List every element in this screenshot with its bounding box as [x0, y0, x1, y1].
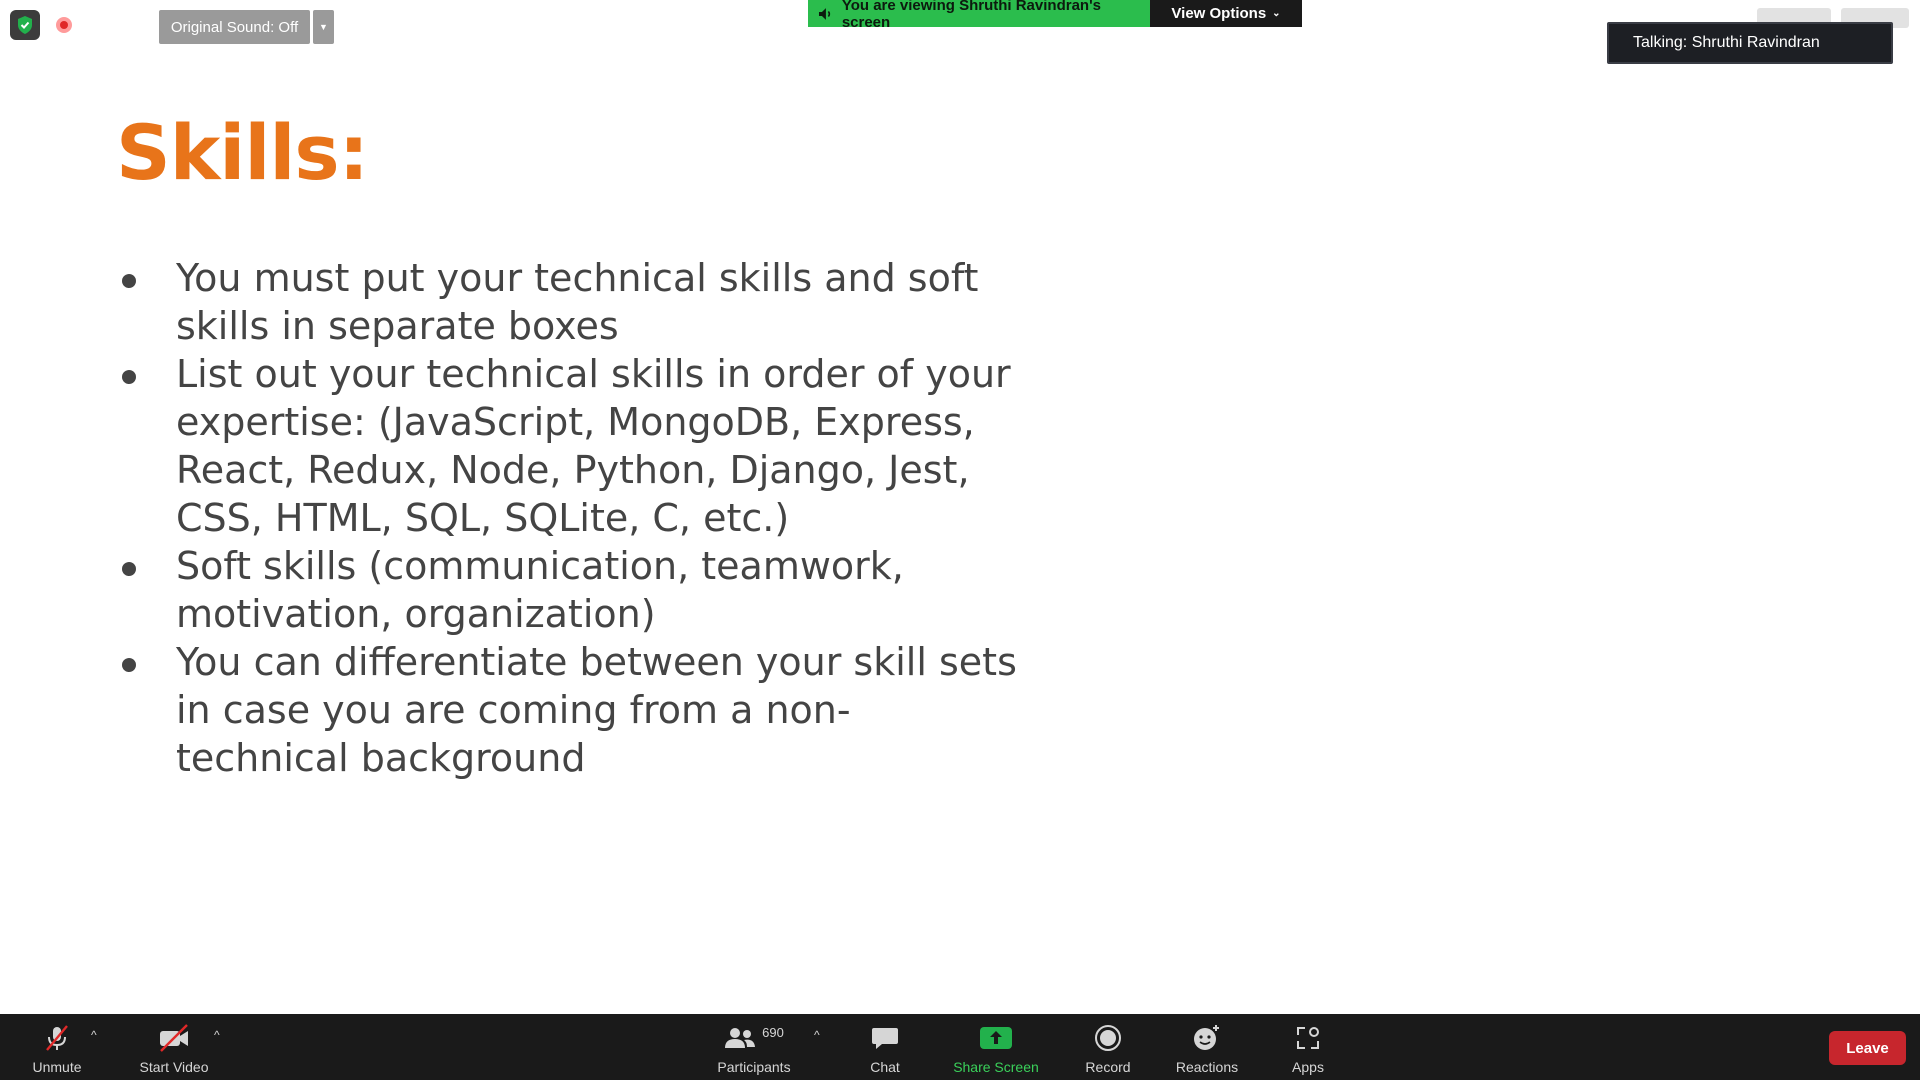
- microphone-muted-icon: [43, 1023, 71, 1053]
- original-sound-button[interactable]: Original Sound: Off: [159, 10, 310, 44]
- start-video-button[interactable]: Start Video: [133, 1014, 215, 1080]
- bullet-item: Soft skills (communication, teamwork, mo…: [118, 542, 1018, 638]
- bullet-dot-icon: [122, 274, 136, 288]
- chat-bubble-icon: [871, 1023, 899, 1053]
- screen-share-banner: You are viewing Shruthi Ravindran's scre…: [808, 0, 1302, 31]
- participants-label: Participants: [717, 1059, 791, 1075]
- share-screen-button[interactable]: Share Screen: [946, 1014, 1046, 1080]
- share-screen-label: Share Screen: [953, 1059, 1039, 1075]
- unmute-label: Unmute: [32, 1059, 82, 1075]
- apps-button[interactable]: Apps: [1283, 1014, 1333, 1080]
- apps-label: Apps: [1292, 1059, 1324, 1075]
- view-options-button[interactable]: View Options ⌄: [1150, 0, 1302, 27]
- reactions-button[interactable]: Reactions: [1168, 1014, 1246, 1080]
- participants-options-chevron-up-icon[interactable]: ^: [814, 1028, 820, 1042]
- talking-indicator: Talking: Shruthi Ravindran: [1607, 22, 1893, 64]
- bullet-dot-icon: [122, 562, 136, 576]
- bullet-item: You must put your technical skills and s…: [118, 254, 1018, 350]
- talking-label: Talking: Shruthi Ravindran: [1633, 34, 1820, 51]
- video-camera-off-icon: [158, 1023, 190, 1053]
- record-button[interactable]: Record: [1078, 1014, 1138, 1080]
- bullet-item: List out your technical skills in order …: [118, 350, 1018, 542]
- smiley-add-icon: [1192, 1023, 1222, 1053]
- chat-label: Chat: [870, 1059, 900, 1075]
- chevron-down-icon: ⌄: [1272, 8, 1281, 19]
- unmute-button[interactable]: Unmute: [22, 1014, 92, 1080]
- participants-button[interactable]: 690 Participants: [710, 1014, 798, 1080]
- apps-icon: [1295, 1023, 1321, 1053]
- chevron-down-icon: ▼: [319, 22, 328, 32]
- chat-button[interactable]: Chat: [860, 1014, 910, 1080]
- reactions-label: Reactions: [1175, 1059, 1239, 1075]
- participants-icon: 690: [724, 1023, 784, 1053]
- start-video-label: Start Video: [139, 1059, 209, 1075]
- leave-button[interactable]: Leave: [1829, 1031, 1906, 1065]
- participants-count: 690: [762, 1025, 784, 1040]
- meeting-toolbar: Unmute ^ Start Video ^ 690 Participants …: [0, 1014, 1920, 1080]
- bullet-dot-icon: [122, 370, 136, 384]
- security-shield-icon[interactable]: [10, 10, 40, 40]
- view-options-label: View Options: [1171, 5, 1267, 22]
- slide-title: Skills:: [116, 108, 369, 197]
- video-options-chevron-up-icon[interactable]: ^: [214, 1028, 220, 1042]
- banner-text: You are viewing Shruthi Ravindran's scre…: [841, 0, 1101, 31]
- bullet-dot-icon: [122, 658, 136, 672]
- record-label: Record: [1085, 1059, 1131, 1075]
- slide-bullet-list: You must put your technical skills and s…: [118, 254, 1018, 782]
- share-screen-icon: [980, 1023, 1012, 1053]
- original-sound-dropdown[interactable]: ▼: [313, 10, 334, 44]
- recording-indicator-icon: [56, 17, 72, 33]
- speaker-icon: [818, 7, 831, 20]
- bullet-item: You can differentiate between your skill…: [118, 638, 1018, 782]
- record-icon: [1094, 1023, 1122, 1053]
- audio-options-chevron-up-icon[interactable]: ^: [91, 1028, 97, 1042]
